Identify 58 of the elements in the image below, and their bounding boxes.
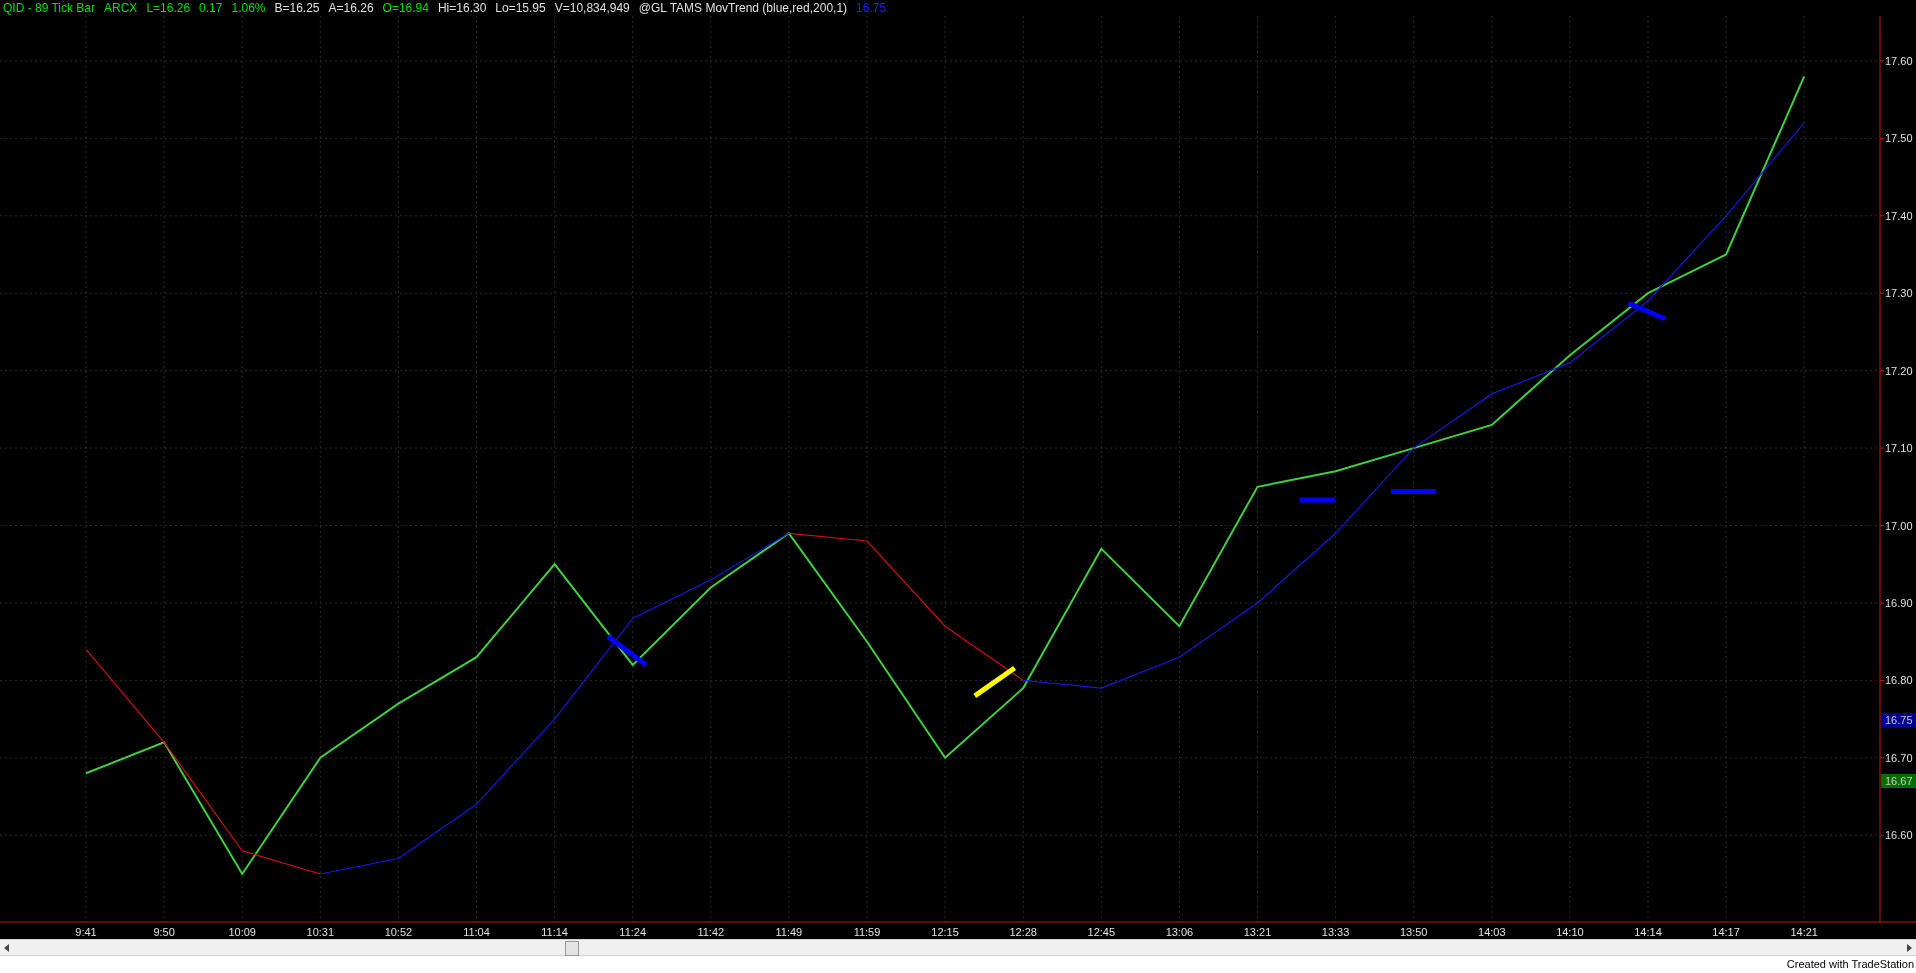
header-text: Lo=15.95 (495, 2, 546, 14)
x-tick-label: 12:15 (931, 925, 959, 938)
y-tick-label: 17.00 (1885, 519, 1913, 532)
footer-text: Created with TradeStation (1786, 957, 1914, 973)
x-tick-label: 9:50 (153, 925, 175, 938)
marker-stroke (1391, 488, 1437, 494)
x-tick-label: 11:14 (541, 925, 568, 938)
header-text: QID - 89 Tick Bar (3, 2, 96, 14)
y-tick-label: 17.40 (1885, 209, 1913, 222)
marker-stroke (973, 665, 1017, 698)
x-tick-label: 13:50 (1399, 925, 1428, 938)
y-tick-label: 16.90 (1885, 596, 1913, 609)
header-text: ARCX (104, 2, 138, 14)
header-text: @GL TAMS MovTrend (blue,red,200,1) (638, 2, 848, 14)
x-tick-label: 11:24 (619, 925, 647, 938)
x-tick-label: 12:45 (1087, 925, 1116, 938)
y-tick-label: 17.50 (1885, 132, 1913, 145)
header-text: B=16.25 (274, 2, 320, 14)
header-text: O=16.94 (382, 2, 429, 14)
scrollbar-thumb[interactable] (565, 940, 579, 956)
marker-stroke (1299, 497, 1335, 503)
x-tick-label: 11:42 (697, 925, 725, 938)
header-text: 0.17 (199, 2, 223, 14)
x-tick-label: 11:49 (775, 925, 803, 938)
y-tick-label: 17.20 (1885, 364, 1913, 377)
y-tick-label: 16.70 (1885, 751, 1913, 764)
x-tick-label: 11:04 (463, 925, 490, 938)
header-text: Hi=16.30 (437, 2, 487, 14)
x-tick-label: 13:33 (1321, 925, 1350, 938)
x-tick-label: 10:09 (228, 925, 256, 938)
x-tick-label: 14:14 (1634, 925, 1662, 938)
y-tick-label: 17.30 (1885, 287, 1913, 300)
x-tick-label: 14:10 (1556, 925, 1584, 938)
header-text: L=16.26 (146, 2, 191, 14)
y-tick-label: 17.60 (1885, 54, 1913, 67)
marker-stroke (1627, 300, 1667, 322)
x-tick-label: 10:52 (384, 925, 413, 938)
x-tick-label: 13:21 (1243, 925, 1272, 938)
y-tick-label: 16.60 (1885, 829, 1913, 842)
x-tick-label: 10:31 (306, 925, 335, 938)
header-text: 1.06% (231, 2, 266, 14)
x-tick-label: 14:03 (1478, 925, 1506, 938)
header-text: 16.75 (856, 2, 887, 14)
scroll-right-icon[interactable] (1907, 943, 1912, 952)
header-text: A=16.26 (328, 2, 374, 14)
y-tick-label: 17.10 (1885, 442, 1913, 455)
header-text: V=10,834,949 (554, 2, 630, 14)
y-tick-label: 16.80 (1885, 674, 1913, 687)
x-tick-label: 14:21 (1790, 925, 1818, 938)
x-tick-label: 14:17 (1712, 925, 1740, 938)
scroll-left-icon[interactable] (4, 943, 9, 952)
price-badge: 16.75 (1881, 712, 1916, 727)
x-tick-label: 13:06 (1165, 925, 1194, 938)
x-tick-label: 11:59 (853, 925, 881, 938)
price-badge: 16.67 (1881, 773, 1916, 788)
x-tick-label: 9:41 (75, 925, 97, 938)
x-tick-label: 12:28 (1009, 925, 1037, 938)
marker-stroke (606, 634, 648, 667)
